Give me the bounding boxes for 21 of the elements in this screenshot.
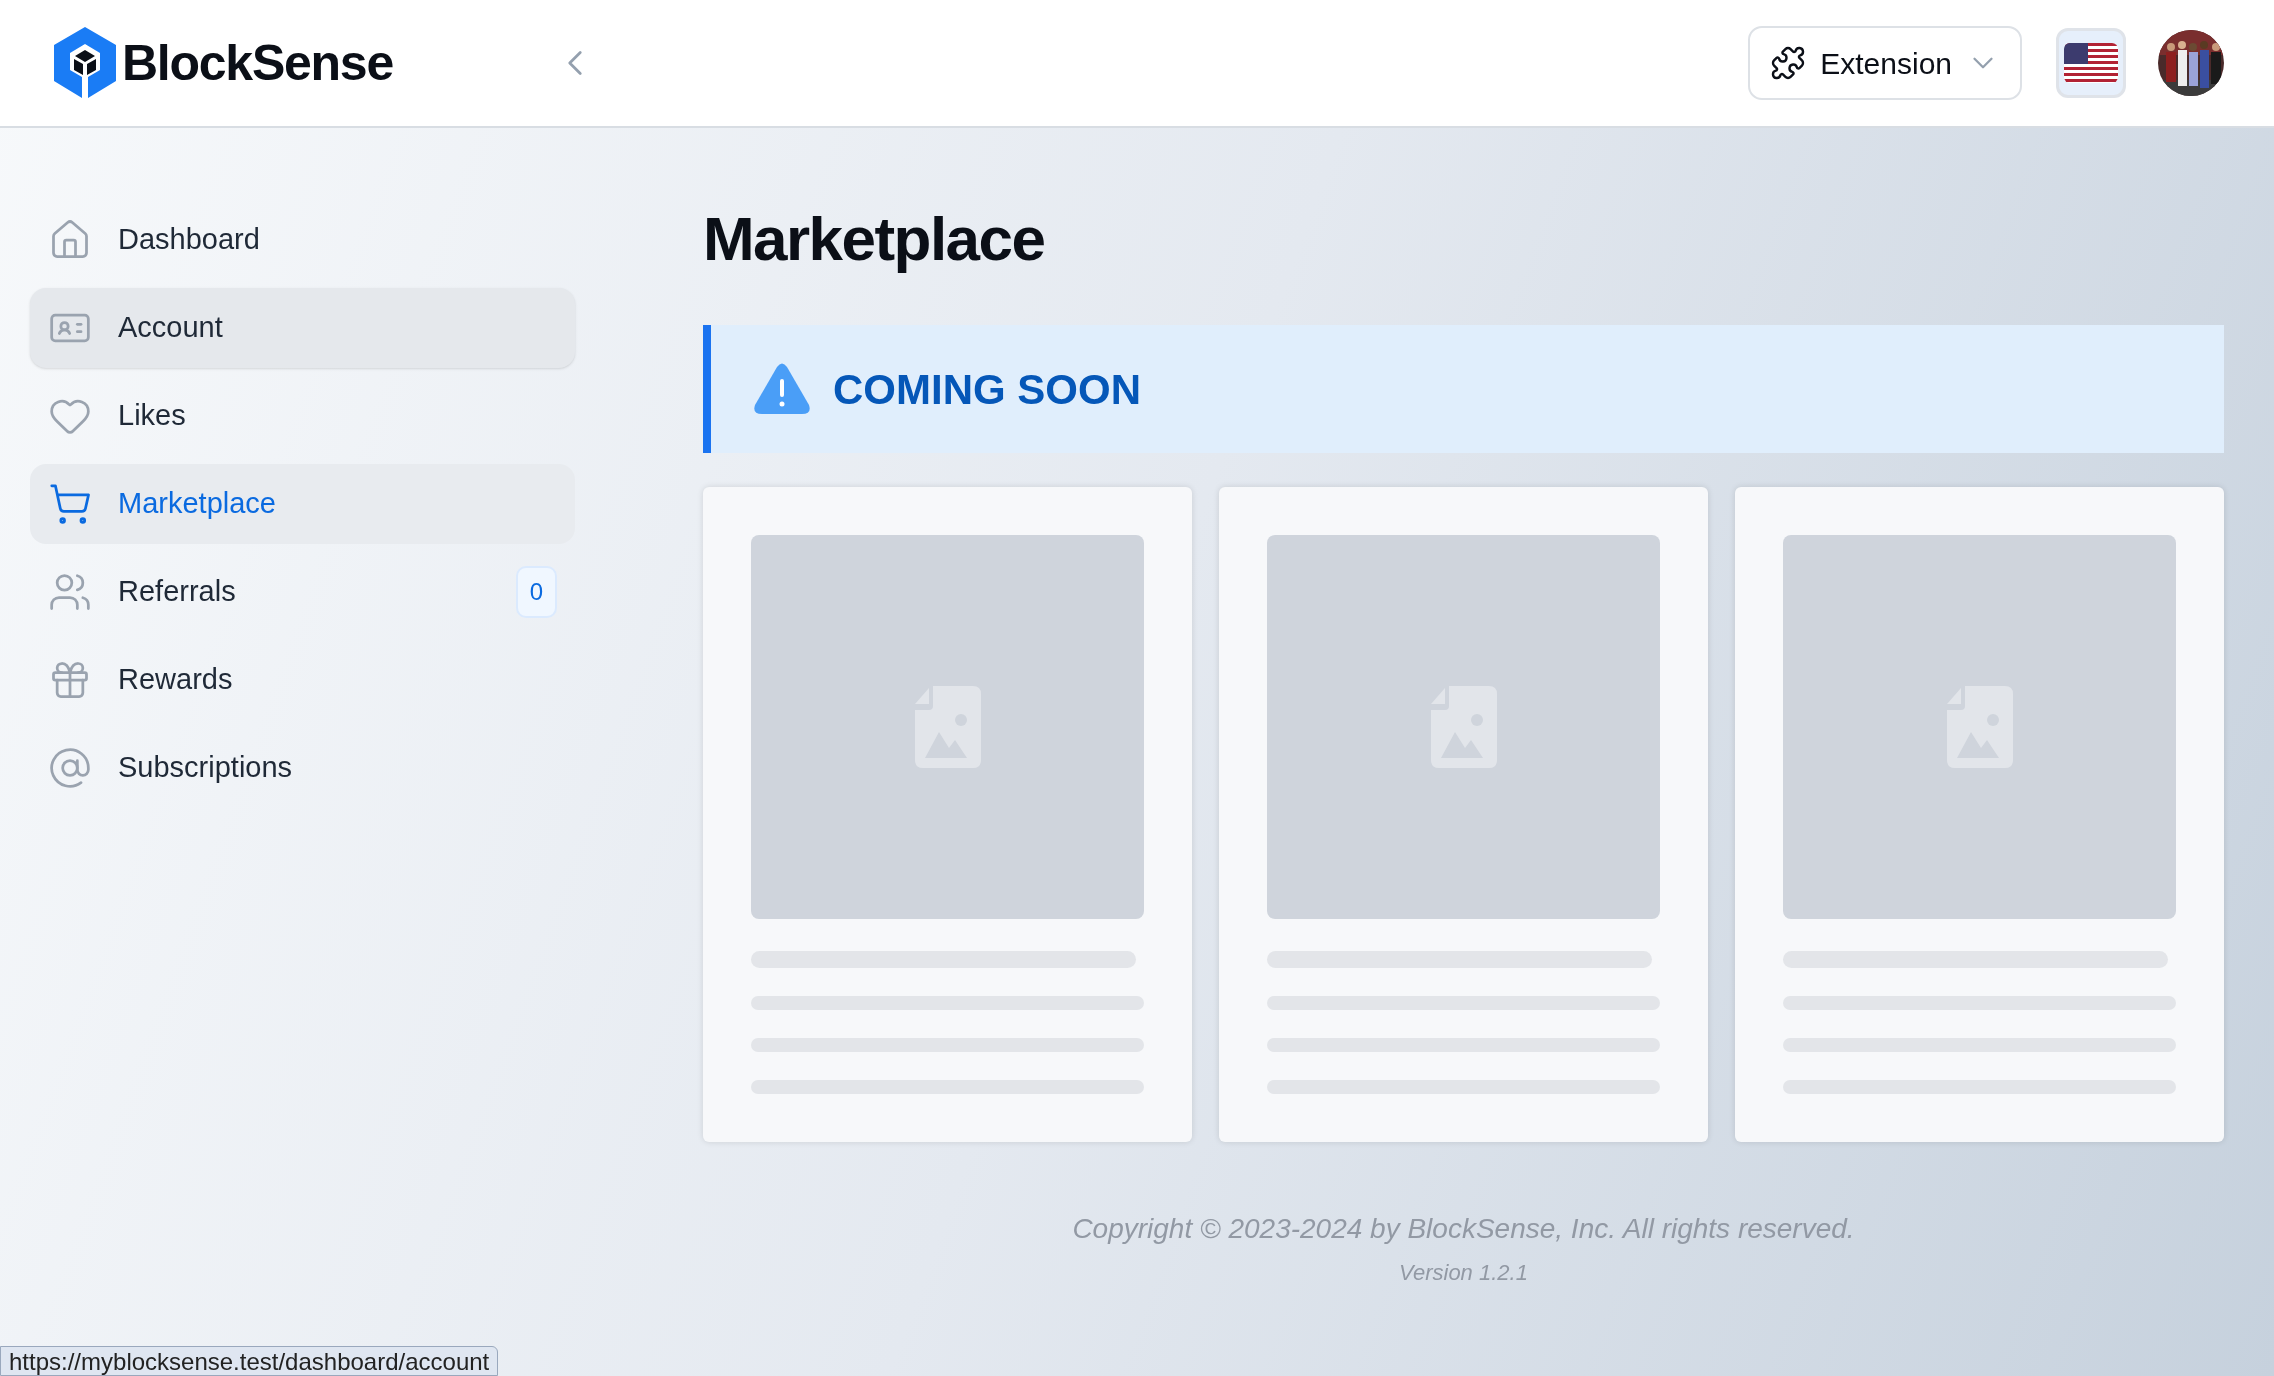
brand-name: BlockSense (122, 33, 393, 93)
status-bar-url: https://myblocksense.test/dashboard/account (0, 1346, 499, 1376)
language-button[interactable] (2056, 28, 2126, 98)
page-title: Marketplace (703, 203, 1046, 275)
extension-button[interactable]: Extension (1748, 26, 2022, 100)
copyright-text: Copyright © 2023-2024 by BlockSense, Inc. All rights reserved. (1072, 1212, 1855, 1246)
version-text: Version 1.2.1 (1399, 1259, 1528, 1287)
sidebar-item[interactable]: Account (30, 288, 575, 368)
puzzle-icon (1770, 45, 1807, 81)
us-flag-icon (2064, 43, 2118, 83)
sidebar-item[interactable]: Likes (30, 376, 575, 456)
count-badge: 0 (515, 566, 557, 618)
sidebar-item[interactable]: Referrals 0 (30, 552, 575, 632)
sidebar-item[interactable]: Subscriptions (30, 728, 575, 808)
sidebar-item[interactable]: Rewards (30, 640, 575, 720)
alert-text: COMING SOON (833, 364, 1141, 415)
warning-icon (753, 363, 811, 415)
cart-icon (48, 482, 92, 526)
sidebar-item[interactable]: Dashboard (30, 200, 575, 280)
at-sign-icon (48, 746, 92, 790)
sidebar-item[interactable]: Marketplace (30, 464, 575, 544)
